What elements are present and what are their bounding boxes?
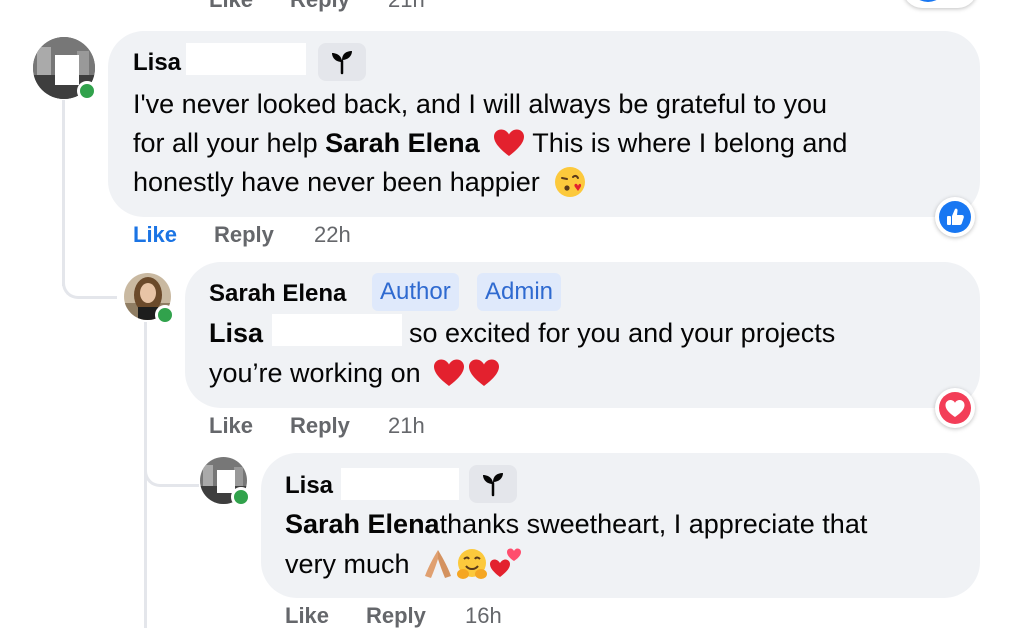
online-status-indicator <box>77 81 97 101</box>
comment-actions: Like Reply 22h <box>0 222 600 252</box>
two-hearts-emoji <box>490 548 522 577</box>
sprout-icon <box>332 51 352 75</box>
author-badge: Author <box>372 273 459 311</box>
comment-text-line3: honestly have never been happier <box>133 162 587 202</box>
redacted-name <box>272 314 402 346</box>
reply-bubble: Lisa Sarah Elenathanks sweetheart, I app… <box>261 453 980 598</box>
new-member-badge[interactable] <box>469 465 517 503</box>
reply-button[interactable]: Reply <box>366 603 426 629</box>
like-icon <box>939 201 971 233</box>
comment-text: This is where I belong and <box>525 128 848 158</box>
reply-bubble: Sarah Elena Author Admin Lisa so excited… <box>185 262 980 408</box>
timestamp[interactable]: 22h <box>314 222 351 248</box>
reaction-partial[interactable] <box>903 0 977 8</box>
reaction-love[interactable] <box>935 388 975 428</box>
smiling-face-hands-emoji <box>457 548 488 579</box>
reply-actions: Like Reply 21h <box>0 413 600 443</box>
online-status-indicator <box>231 487 251 507</box>
online-status-indicator <box>155 305 175 325</box>
thread-line-curve-2 <box>144 460 199 487</box>
comment-text-line1: I've never looked back, and I will alway… <box>133 89 828 119</box>
red-heart-icon <box>434 359 500 386</box>
thread-line-curve-1 <box>62 270 117 299</box>
folded-hands-emoji <box>425 549 452 578</box>
reaction-like[interactable] <box>935 197 975 237</box>
like-button[interactable]: Like <box>133 222 177 248</box>
mention-link[interactable]: Lisa <box>209 318 263 348</box>
comment-author[interactable]: Sarah Elena <box>209 280 346 308</box>
reply-button[interactable]: Reply <box>290 0 350 13</box>
kissing-face-emoji <box>555 166 586 197</box>
comment-text: you’re working on <box>209 358 421 388</box>
comment-text: honestly have never been happier <box>133 167 540 197</box>
redacted-name <box>186 43 306 75</box>
comment-author[interactable]: Lisa <box>285 472 333 500</box>
timestamp[interactable]: 21h <box>388 0 425 13</box>
reply-button[interactable]: Reply <box>214 222 274 248</box>
comment-text: so excited for you and your projects <box>409 318 836 348</box>
comment-text: very much <box>285 549 410 579</box>
timestamp[interactable]: 21h <box>388 413 425 439</box>
mention-link[interactable]: Sarah Elena <box>325 128 480 158</box>
comment-author[interactable]: Lisa <box>133 49 181 77</box>
heart-icon <box>939 392 971 424</box>
redacted-name <box>341 468 459 500</box>
reply-button[interactable]: Reply <box>290 413 350 439</box>
thread-line-main <box>62 100 65 286</box>
timestamp[interactable]: 16h <box>465 603 502 629</box>
comment-text: thanks sweetheart, I appreciate that <box>439 509 868 539</box>
like-button[interactable]: Like <box>209 413 253 439</box>
comment-text-line1: Lisa <box>209 313 263 353</box>
new-member-badge[interactable] <box>318 43 366 81</box>
comment-text: for all your help <box>133 128 326 158</box>
red-heart-icon <box>494 129 525 156</box>
like-button[interactable]: Like <box>209 0 253 13</box>
sprout-icon <box>483 473 503 497</box>
like-button[interactable]: Like <box>285 603 329 629</box>
comment-text-line2: for all your help Sarah Elena This is wh… <box>133 123 847 163</box>
comment-bubble: Lisa I've never looked back, and I will … <box>108 31 980 217</box>
comment-text-line2: you’re working on <box>209 353 502 393</box>
admin-badge: Admin <box>477 273 562 311</box>
reply-actions: Like Reply 16h <box>0 603 600 633</box>
comment-text-line2: very much <box>285 544 523 584</box>
top-comment-actions: Like Reply 21h <box>0 0 600 17</box>
mention-link[interactable]: Sarah Elena <box>285 509 440 539</box>
comment-text-line1: Sarah Elenathanks sweetheart, I apprecia… <box>285 504 867 544</box>
